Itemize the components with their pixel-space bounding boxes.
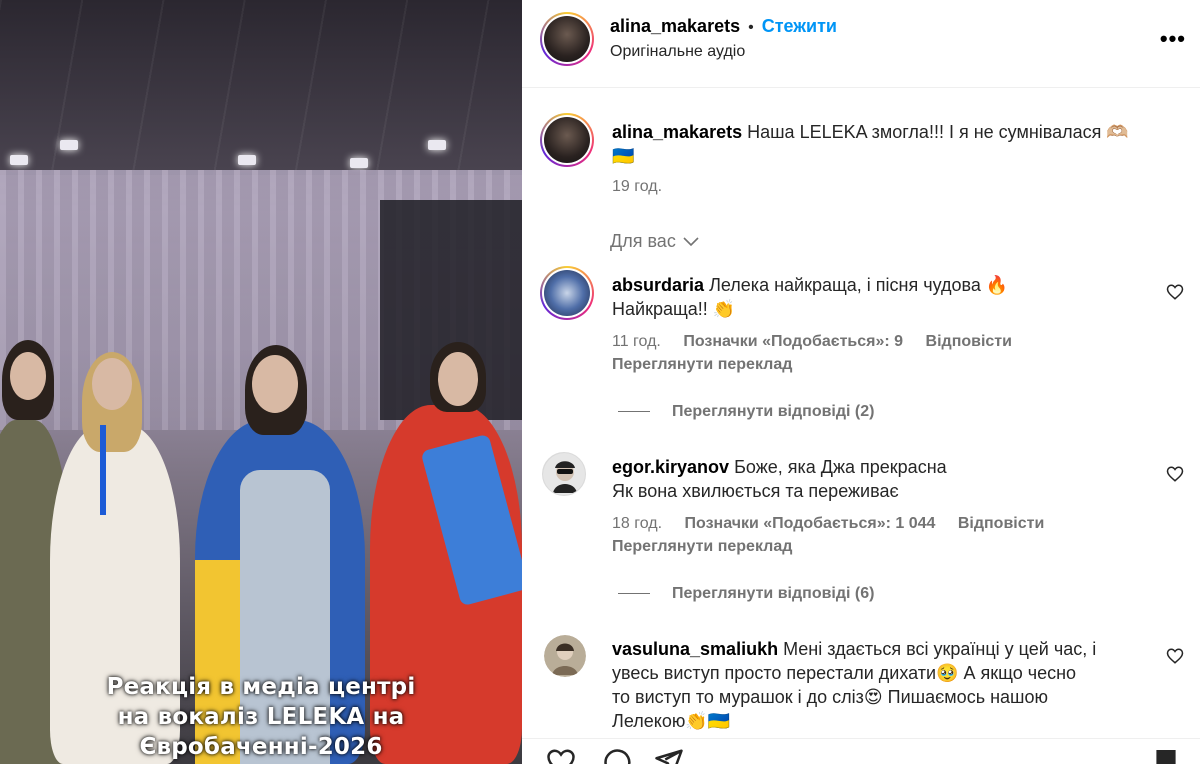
- like-heart-icon[interactable]: [1166, 647, 1184, 665]
- comment-likes[interactable]: Позначки «Подобається»: 9: [683, 333, 903, 350]
- share-icon[interactable]: [654, 747, 684, 764]
- comment: egor.kiryanov Боже, яка Джа прекрасна Як…: [612, 455, 1152, 503]
- comment-text: то виступ то мурашок і до сліз😍 Пишаємос…: [612, 687, 1048, 707]
- comment: absurdaria Лелека найкраща, і пісня чудо…: [612, 273, 1152, 321]
- separator-dot: •: [748, 19, 754, 36]
- view-replies-button[interactable]: Переглянути відповіді (6): [672, 585, 874, 603]
- post-actions-bar: [522, 738, 1200, 764]
- like-heart-icon[interactable]: [1166, 465, 1184, 483]
- author-avatar[interactable]: [540, 12, 594, 66]
- chevron-down-icon: [683, 236, 699, 246]
- reel-video[interactable]: Реакція в медіа центрі на вокаліз LELEKA…: [0, 0, 522, 764]
- stage-light: [350, 158, 368, 168]
- translate-link[interactable]: Переглянути переклад: [612, 356, 792, 374]
- post-caption: alina_makarets Наша LELEKA змогла!!! І я…: [612, 120, 1172, 168]
- comment-text: Мені здається всі українці у цей час, і: [783, 639, 1097, 659]
- post-panel: alina_makarets • Стежити Оригінальне аудіо…: [522, 0, 1200, 764]
- comment-text: Лелекою👏🇺🇦: [612, 711, 731, 731]
- comment-username[interactable]: vasuluna_smaliukh: [612, 639, 778, 659]
- stage-light: [10, 155, 28, 165]
- author-username[interactable]: alina_makarets: [610, 16, 740, 36]
- audio-label[interactable]: Оригінальне аудіо: [610, 43, 745, 61]
- comment-text: Як вона хвилюється та переживає: [612, 481, 899, 501]
- comment-text: Найкраща!! 👏: [612, 299, 736, 319]
- reply-button[interactable]: Відповісти: [926, 333, 1012, 350]
- video-caption: Реакція в медіа центрі на вокаліз LELEKA…: [0, 672, 522, 762]
- like-heart-icon[interactable]: [1166, 283, 1184, 301]
- comment: vasuluna_smaliukh Мені здається всі укра…: [612, 637, 1172, 733]
- comment-sort-dropdown[interactable]: Для вас: [610, 231, 700, 252]
- caption-author-avatar[interactable]: [540, 113, 594, 167]
- replies-divider: [618, 593, 650, 594]
- audience-head: [92, 358, 132, 410]
- audience-head: [438, 352, 478, 406]
- follow-button[interactable]: Стежити: [762, 16, 837, 36]
- comment-time: 11 год.: [612, 333, 661, 350]
- comment-text: Боже, яка Джа прекрасна: [734, 457, 947, 477]
- commenter-avatar[interactable]: [544, 635, 586, 677]
- audience-head: [10, 352, 46, 400]
- comment-meta: 18 год. Позначки «Подобається»: 1 044 Ві…: [612, 515, 1044, 533]
- post-time: 19 год.: [612, 178, 663, 195]
- post-header: alina_makarets • Стежити Оригінальне аудіо…: [522, 0, 1200, 88]
- comment-username[interactable]: egor.kiryanov: [612, 457, 729, 477]
- comment-time: 18 год.: [612, 515, 663, 532]
- audience-head: [252, 355, 298, 413]
- comment-text: увесь виступ просто перестали дихати🥹 А …: [612, 663, 1077, 683]
- view-replies-button[interactable]: Переглянути відповіді (2): [672, 403, 874, 421]
- like-icon[interactable]: [546, 747, 576, 764]
- video-caption-line: Євробаченні-2026: [139, 734, 383, 760]
- comment-meta: 11 год. Позначки «Подобається»: 9 Відпов…: [612, 333, 1012, 351]
- video-caption-line: Реакція в медіа центрі: [106, 674, 416, 700]
- translate-link[interactable]: Переглянути переклад: [612, 538, 792, 556]
- comment-text: Лелека найкраща, і пісня чудова 🔥: [709, 275, 1009, 295]
- caption-text: Наша LELEKA змогла!!! І я не сумнівалася…: [747, 122, 1129, 142]
- stage-light: [428, 140, 446, 150]
- caption-username[interactable]: alina_makarets: [612, 122, 742, 142]
- sort-label: Для вас: [610, 231, 676, 251]
- header-title-row: alina_makarets • Стежити: [610, 16, 837, 37]
- caption-flag: 🇺🇦: [612, 146, 635, 166]
- stage-light: [238, 155, 256, 165]
- comment-icon[interactable]: [602, 747, 632, 764]
- stage-light: [60, 140, 78, 150]
- comment-likes[interactable]: Позначки «Подобається»: 1 044: [685, 515, 936, 532]
- save-icon[interactable]: [1154, 747, 1178, 764]
- lanyard: [100, 425, 106, 515]
- reply-button[interactable]: Відповісти: [958, 515, 1044, 532]
- comment-username[interactable]: absurdaria: [612, 275, 704, 295]
- commenter-avatar[interactable]: [540, 266, 594, 320]
- more-options-icon[interactable]: •••: [1160, 26, 1186, 52]
- video-caption-line: на вокаліз LELEKA на: [117, 704, 405, 730]
- commenter-avatar[interactable]: [542, 452, 586, 496]
- replies-divider: [618, 411, 650, 412]
